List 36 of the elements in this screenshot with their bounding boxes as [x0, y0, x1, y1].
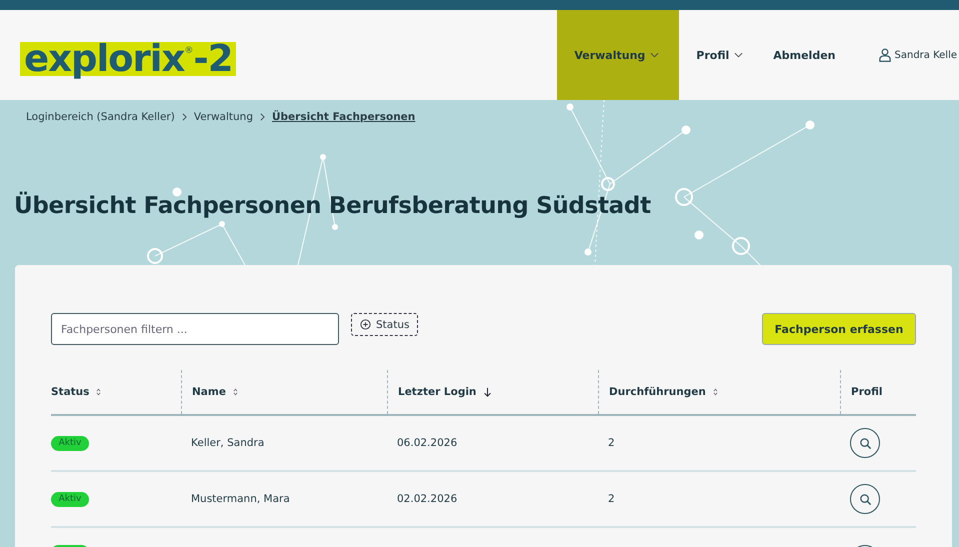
- status-badge: Aktiv: [51, 492, 89, 506]
- nav-item[interactable]: Profil: [679, 10, 758, 100]
- nav-item[interactable]: Verwaltung: [557, 10, 680, 100]
- column-header[interactable]: Durchführungen: [609, 386, 718, 398]
- search-icon: [858, 436, 872, 450]
- breadcrumb-link[interactable]: Loginbereich (Sandra Keller): [26, 111, 175, 123]
- user-link[interactable]: Sandra Kelle: [850, 10, 959, 100]
- date-cell: 02.02.2026: [397, 493, 458, 505]
- column-header[interactable]: Status: [51, 386, 102, 398]
- arrow-down-icon: [483, 387, 492, 397]
- page-title: Übersicht Fachpersonen Berufsberatung Südstadt: [14, 193, 652, 219]
- chevron-right-icon: [182, 113, 187, 121]
- sort-icon: [96, 388, 102, 396]
- status-badge: Aktiv: [51, 436, 89, 450]
- plus-circle-icon: [360, 319, 371, 330]
- user-icon: [878, 48, 890, 62]
- status-filter-button[interactable]: Status: [351, 313, 418, 336]
- breadcrumb-link[interactable]: Verwaltung: [194, 111, 254, 123]
- chevron-right-icon: [260, 113, 266, 121]
- date-cell: 06.02.2026: [397, 437, 458, 449]
- sort-icon: [712, 388, 718, 396]
- column-header[interactable]: Letzter Login: [398, 386, 492, 398]
- count-cell: 2: [608, 437, 615, 449]
- filter-field[interactable]: Fachpersonen filtern ...: [51, 313, 339, 345]
- add-button[interactable]: Fachperson erfassen: [762, 313, 916, 345]
- nav-item[interactable]: Abmelden: [758, 10, 850, 100]
- search-icon: [858, 492, 872, 506]
- breadcrumb-link[interactable]: Übersicht Fachpersonen: [272, 111, 416, 123]
- count-cell: 2: [608, 493, 615, 505]
- view-profile-button[interactable]: [850, 484, 880, 514]
- column-header[interactable]: Name: [192, 386, 238, 398]
- view-profile-button[interactable]: [850, 428, 880, 458]
- name-cell: Mustermann, Mara: [191, 493, 290, 505]
- name-cell: Keller, Sandra: [191, 437, 264, 449]
- column-header[interactable]: Profil: [851, 386, 882, 398]
- sort-icon: [232, 388, 238, 396]
